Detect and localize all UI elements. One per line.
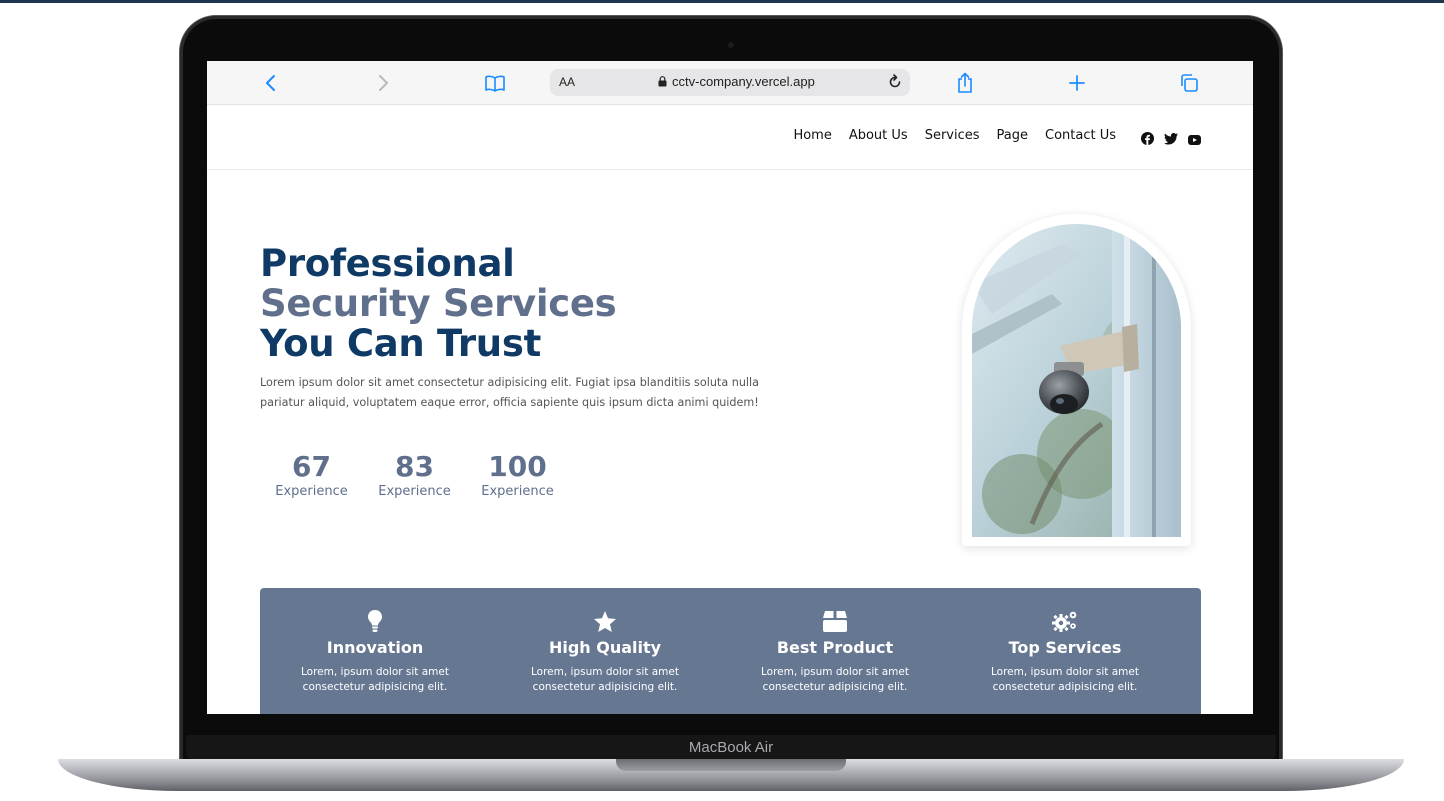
feature-text: Lorem, ipsum dolor sit amet consectetur …	[490, 665, 720, 695]
feature-title: Innovation	[326, 638, 424, 657]
youtube-icon[interactable]	[1188, 130, 1201, 149]
stat-label: Experience	[275, 484, 348, 499]
feature-title: Best Product	[776, 638, 894, 657]
feature-text-line: Lorem, ipsum dolor sit amet	[531, 666, 679, 678]
features-band: Innovation Lorem, ipsum dolor sit amet c…	[260, 588, 1201, 714]
url-text: cctv-company.vercel.app	[672, 74, 815, 89]
gears-icon	[950, 608, 1180, 634]
feature-text-line: consectetur adipisicing elit.	[532, 681, 678, 693]
feature-title: High Quality	[548, 638, 662, 657]
stats-row: 67 Experience 83 Experience 100 Experien…	[260, 450, 569, 499]
site-header: Home About Us Services Page Contact Us	[207, 105, 1253, 170]
nav-home[interactable]: Home	[793, 128, 831, 143]
twitter-icon[interactable]	[1164, 130, 1178, 149]
nav-contact-us[interactable]: Contact Us	[1045, 128, 1116, 143]
nav-page[interactable]: Page	[997, 128, 1028, 143]
feature-card: Best Product Lorem, ipsum dolor sit amet…	[720, 588, 950, 714]
facebook-icon[interactable]	[1141, 130, 1154, 149]
stat-value: 67	[292, 450, 331, 483]
address-bar[interactable]: AA cctv-company.vercel.app	[550, 69, 910, 96]
stat-item: 83 Experience	[363, 450, 466, 499]
box-icon	[720, 608, 950, 634]
hero-title-line-3: You Can Trust	[260, 322, 541, 365]
reload-icon[interactable]	[886, 73, 904, 95]
feature-card: Top Services Lorem, ipsum dolor sit amet…	[950, 588, 1180, 714]
forward-icon[interactable]	[369, 69, 397, 97]
hero-title: Professional Security Services You Can T…	[260, 242, 617, 365]
feature-text-line: Lorem, ipsum dolor sit amet	[761, 666, 909, 678]
laptop-screen: AA cctv-company.vercel.app Home About Us…	[207, 61, 1253, 714]
browser-toolbar: AA cctv-company.vercel.app	[207, 61, 1253, 105]
share-icon[interactable]	[951, 69, 979, 97]
hero-description: Lorem ipsum dolor sit amet consectetur a…	[260, 376, 759, 409]
laptop-bezel-label: MacBook Air	[186, 735, 1276, 759]
bookmarks-icon[interactable]	[481, 69, 509, 97]
stat-label: Experience	[481, 484, 554, 499]
feature-text-line: Lorem, ipsum dolor sit amet	[991, 666, 1139, 678]
star-icon	[490, 608, 720, 634]
feature-title: Top Services	[1008, 638, 1122, 657]
cctv-camera-photo	[972, 224, 1181, 537]
feature-text: Lorem, ipsum dolor sit amet consectetur …	[950, 665, 1180, 695]
stat-item: 100 Experience	[466, 450, 569, 499]
feature-card: Innovation Lorem, ipsum dolor sit amet c…	[260, 588, 490, 714]
webcam	[728, 42, 734, 48]
nav-about-us[interactable]: About Us	[849, 128, 908, 143]
laptop-hinge-notch	[616, 759, 846, 771]
feature-text-line: consectetur adipisicing elit.	[302, 681, 448, 693]
stat-label: Experience	[378, 484, 451, 499]
feature-text-line: Lorem, ipsum dolor sit amet	[301, 666, 449, 678]
url-display: cctv-company.vercel.app	[658, 74, 815, 89]
tabs-icon[interactable]	[1175, 69, 1203, 97]
hero-title-line-1: Professional	[260, 242, 515, 285]
feature-text-line: consectetur adipisicing elit.	[992, 681, 1138, 693]
hero-title-line-2: Security Services	[260, 282, 617, 325]
stat-value: 83	[395, 450, 434, 483]
feature-text: Lorem, ipsum dolor sit amet consectetur …	[260, 665, 490, 695]
hero-image-frame	[962, 214, 1191, 546]
feature-text: Lorem, ipsum dolor sit amet consectetur …	[720, 665, 950, 695]
lightbulb-icon	[260, 608, 490, 634]
new-tab-icon[interactable]	[1063, 69, 1091, 97]
text-size-button[interactable]: AA	[559, 75, 575, 89]
page-top-border	[0, 0, 1444, 3]
stat-item: 67 Experience	[260, 450, 363, 499]
back-icon[interactable]	[257, 69, 285, 97]
main-nav: Home About Us Services Page Contact Us	[793, 128, 1116, 143]
feature-text-line: consectetur adipisicing elit.	[762, 681, 908, 693]
lock-icon	[658, 76, 667, 87]
feature-card: High Quality Lorem, ipsum dolor sit amet…	[490, 588, 720, 714]
social-links	[1141, 130, 1201, 149]
nav-services[interactable]: Services	[925, 128, 980, 143]
stat-value: 100	[488, 450, 547, 483]
